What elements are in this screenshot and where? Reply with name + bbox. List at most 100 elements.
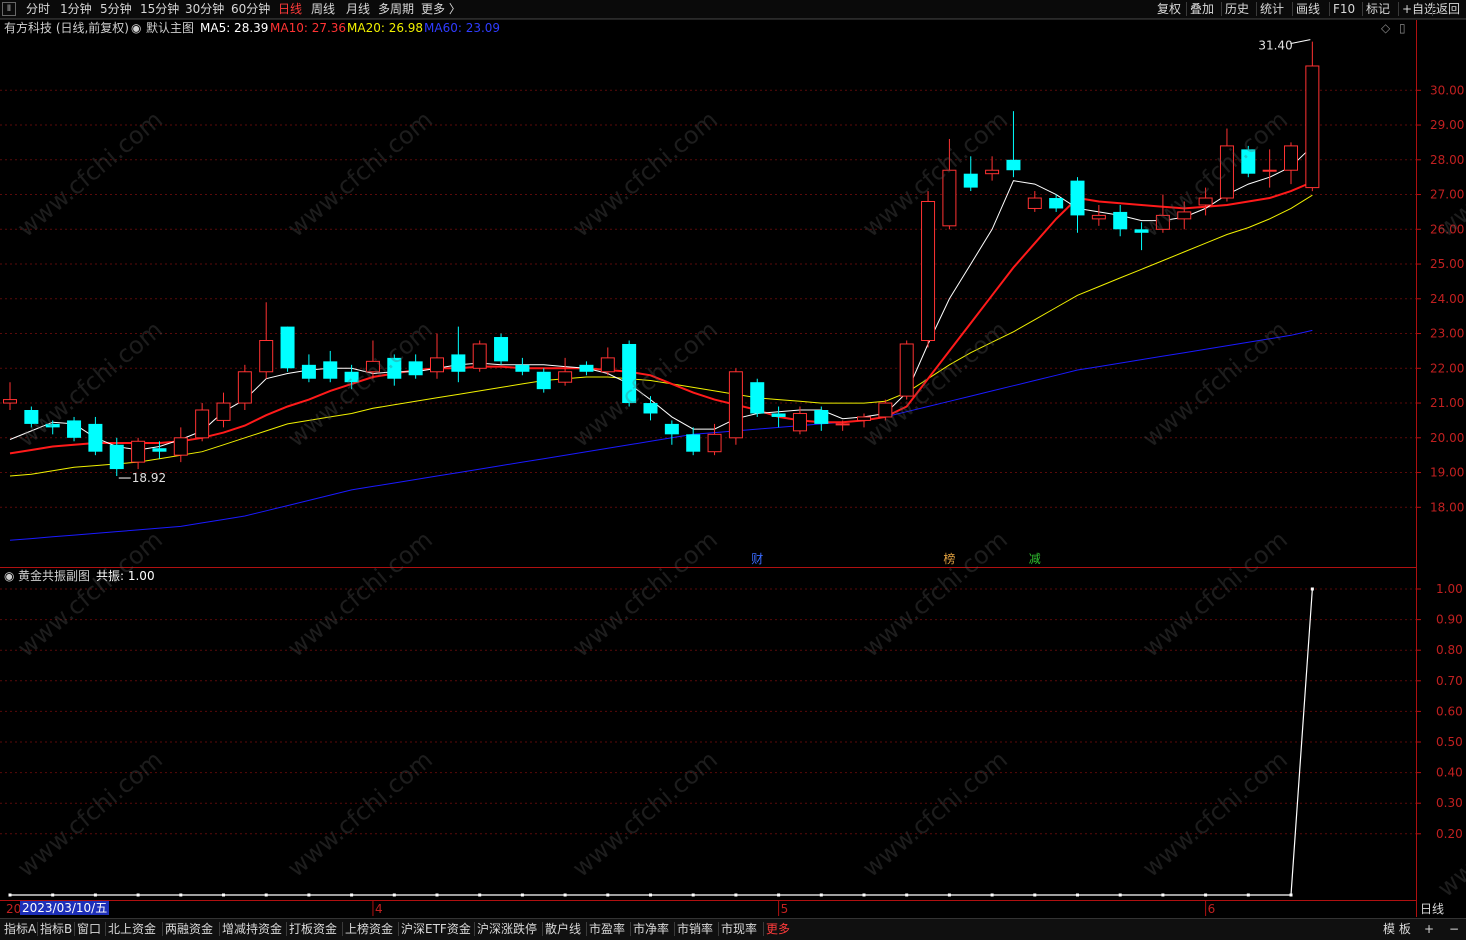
candle-body <box>728 371 743 439</box>
tab-separator <box>763 922 764 936</box>
resonance-point <box>990 893 994 897</box>
resonance-point <box>222 893 225 897</box>
y-tick-label: 1.00 <box>1436 582 1463 596</box>
y-tick-label: 0.90 <box>1436 613 1463 627</box>
indicator-tab[interactable]: 两融资金 <box>165 921 213 937</box>
resonance-point <box>1161 893 1165 897</box>
candle-body <box>1027 197 1042 209</box>
candle-body <box>109 444 124 470</box>
candle-body <box>88 423 103 452</box>
resonance-point <box>1076 893 1079 897</box>
zoom-in-button[interactable]: + <box>1424 921 1434 937</box>
candle-body <box>237 371 252 404</box>
resonance-point <box>862 893 866 897</box>
candle-body <box>152 448 167 452</box>
zoom-out-button[interactable]: − <box>1449 921 1459 937</box>
resonance-point <box>264 893 268 897</box>
candle-body <box>686 434 701 452</box>
candle-body <box>494 337 509 362</box>
y-tick-label: 23.00 <box>1430 327 1464 341</box>
tab-separator <box>105 922 106 936</box>
indicator-tab[interactable]: 上榜资金 <box>345 921 393 937</box>
y-tick-label: 19.00 <box>1430 466 1464 480</box>
candle-body <box>1305 65 1320 189</box>
candle-body <box>814 410 829 424</box>
indicator-tab[interactable]: 打板资金 <box>289 921 337 937</box>
resonance-point <box>136 893 140 897</box>
y-tick-label: 0.50 <box>1436 735 1463 749</box>
period-indicator[interactable]: 日线 <box>1420 902 1444 916</box>
tab-separator <box>542 922 543 936</box>
indicator-tab[interactable]: 市销率 <box>677 921 713 937</box>
ma5-line <box>9 145 1313 451</box>
candle-body <box>195 409 210 439</box>
candle-body <box>771 413 786 417</box>
candle-body <box>430 357 444 373</box>
resonance-point <box>905 893 909 897</box>
indicator-tab[interactable]: 窗口 <box>77 921 101 937</box>
resonance-point <box>1118 893 1122 897</box>
candle-body <box>1284 145 1298 171</box>
resonance-point <box>649 893 652 897</box>
indicator-tab[interactable]: 市现率 <box>721 921 757 937</box>
tab-separator <box>718 922 719 936</box>
candle-body <box>472 343 487 369</box>
candle-body <box>643 403 658 414</box>
high-price-label: 31.40 <box>1258 39 1292 53</box>
tab-separator <box>586 922 587 936</box>
indicator-tab[interactable]: 沪深涨跌停 <box>477 921 537 937</box>
y-tick-label: 22.00 <box>1430 361 1464 375</box>
tab-separator <box>674 922 675 936</box>
candle-body <box>1262 169 1277 172</box>
tab-separator <box>398 922 399 936</box>
resonance-point <box>392 893 396 897</box>
resonance-point <box>1289 893 1293 897</box>
resonance-point <box>606 893 610 897</box>
indicator-tab[interactable]: 更多 <box>766 921 790 937</box>
resonance-point <box>691 893 695 897</box>
candle-body <box>1113 211 1128 230</box>
y-tick-label: 0.80 <box>1436 643 1463 657</box>
candle-body <box>921 201 936 341</box>
month-label: 4 <box>375 902 383 916</box>
month-label: 6 <box>1208 902 1216 916</box>
candle-body <box>579 364 594 372</box>
candle-body <box>280 326 295 369</box>
indicator-tab[interactable]: 市净率 <box>633 921 669 937</box>
y-tick-label: 30.00 <box>1430 83 1464 97</box>
candle-body <box>259 340 274 373</box>
tab-separator <box>162 922 163 936</box>
month-label: 5 <box>781 902 789 916</box>
indicator-tab[interactable]: 指标A <box>4 921 36 937</box>
candle-body <box>173 437 188 456</box>
indicator-tab[interactable]: 增减持资金 <box>222 921 282 937</box>
tab-separator <box>219 922 220 936</box>
indicator-tab[interactable]: 沪深ETF资金 <box>401 921 471 937</box>
candle-body <box>1049 198 1064 209</box>
candle-body <box>963 173 978 188</box>
y-tick-label: 0.30 <box>1436 796 1463 810</box>
candle-body <box>835 423 850 426</box>
candle-body <box>131 440 146 463</box>
candle-body <box>750 382 765 414</box>
tab-separator <box>286 922 287 936</box>
indicator-tab[interactable]: 北上资金 <box>108 921 156 937</box>
candle-body <box>707 433 722 453</box>
resonance-point <box>819 893 823 897</box>
tab-separator <box>74 922 75 936</box>
candle-body <box>985 169 1000 175</box>
template-button[interactable]: 模 板 <box>1383 921 1411 937</box>
indicator-tab[interactable]: 散户线 <box>545 921 581 937</box>
resonance-point <box>1033 893 1037 897</box>
resonance-point <box>93 893 97 897</box>
indicator-tab[interactable]: 市盈率 <box>589 921 625 937</box>
bottom-indicator-bar: 指标A 指标B 窗口 北上资金 两融资金 增减持资金 打板资金 上榜资金 沪深ETF资金 沪深涨跌… <box>0 918 1466 940</box>
candle-body <box>301 364 316 379</box>
resonance-point <box>563 893 567 897</box>
candle-body <box>451 354 466 372</box>
tab-separator <box>37 922 38 936</box>
indicator-tab[interactable]: 指标B <box>40 921 72 937</box>
y-tick-label: 21.00 <box>1430 396 1464 410</box>
y-tick-label: 0.60 <box>1436 704 1463 718</box>
y-tick-label: 0.40 <box>1436 766 1463 780</box>
